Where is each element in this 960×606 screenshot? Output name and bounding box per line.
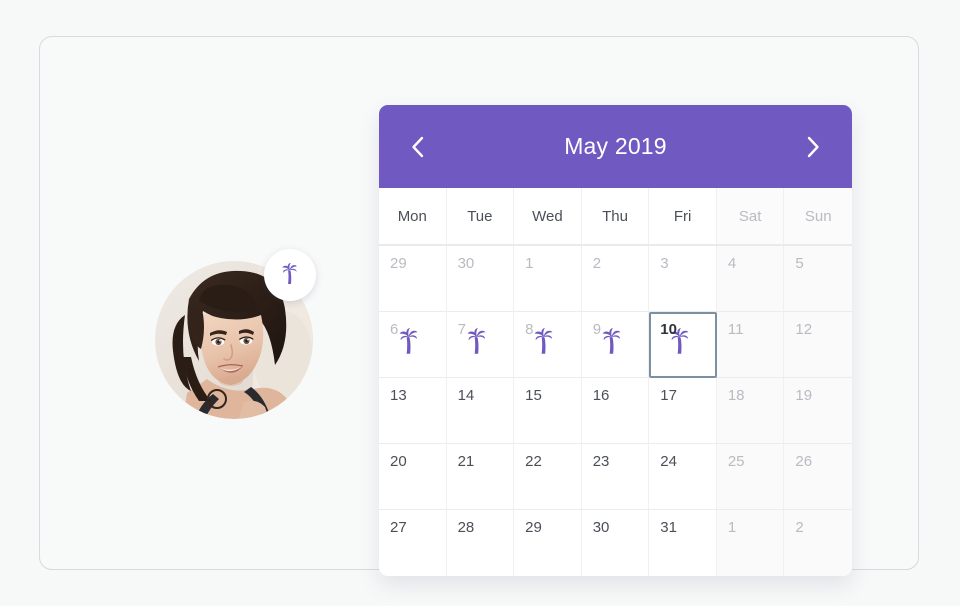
chevron-left-icon	[410, 136, 426, 158]
weekday-label-thu: Thu	[582, 188, 650, 244]
day-cell[interactable]: 21	[446, 444, 515, 510]
calendar-widget: May 2019 Mon Tue Wed Thu Fri Sat Sun 29 30 1 2 3 4 5…	[379, 105, 852, 576]
day-number: 7	[457, 321, 466, 338]
day-number: 11	[727, 321, 744, 338]
palm-tree-badge[interactable]	[264, 249, 316, 301]
day-cell[interactable]: 13	[379, 378, 447, 444]
day-cell[interactable]: 3	[649, 246, 717, 312]
day-cell[interactable]: 30	[581, 510, 650, 576]
day-number: 14	[457, 387, 475, 404]
day-number: 2	[592, 255, 602, 272]
day-cell-selected[interactable]: 10	[649, 312, 717, 378]
day-cell[interactable]: 24	[649, 444, 717, 510]
day-number: 31	[660, 519, 677, 536]
weekday-label-wed: Wed	[514, 188, 582, 244]
day-number: 29	[390, 255, 407, 272]
day-number: 4	[727, 255, 737, 272]
day-number: 26	[795, 453, 813, 470]
calendar-month-title: May 2019	[564, 133, 667, 159]
day-cell[interactable]: 16	[581, 378, 650, 444]
day-number: 24	[660, 453, 677, 470]
weekday-label-sat: Sat	[716, 188, 785, 244]
day-cell[interactable]: 29	[379, 246, 447, 312]
day-number: 1	[525, 255, 534, 272]
day-number: 30	[457, 255, 475, 272]
day-cell[interactable]: 14	[446, 378, 515, 444]
weekday-label-mon: Mon	[379, 188, 447, 244]
day-number: 20	[390, 453, 407, 470]
day-cell[interactable]: 18	[716, 378, 785, 444]
weekday-label-fri: Fri	[649, 188, 717, 244]
day-number: 12	[795, 321, 813, 338]
day-number: 8	[525, 321, 534, 338]
day-number: 16	[592, 387, 610, 404]
day-cell[interactable]: 6	[379, 312, 447, 378]
day-cell[interactable]: 1	[514, 246, 582, 312]
day-cell[interactable]: 31	[649, 510, 717, 576]
palm-tree-icon	[276, 261, 304, 289]
day-number: 27	[390, 519, 407, 536]
day-cell[interactable]: 7	[446, 312, 515, 378]
day-number: 28	[457, 519, 475, 536]
day-cell[interactable]: 28	[446, 510, 515, 576]
day-number: 23	[592, 453, 610, 470]
day-number: 25	[727, 453, 745, 470]
day-cell[interactable]: 15	[514, 378, 582, 444]
weekday-label-sun: Sun	[784, 188, 852, 244]
palm-tree-icon	[527, 325, 567, 365]
day-cell[interactable]: 25	[716, 444, 785, 510]
calendar-day-grid: 29 30 1 2 3 4 5 6 7 8 9 10 11 12 13 14 15 16 17 18 19 20 21 22 2…	[379, 246, 852, 576]
day-number: 2	[795, 519, 804, 536]
day-cell[interactable]: 27	[379, 510, 447, 576]
day-number: 30	[592, 519, 610, 536]
day-cell[interactable]: 29	[514, 510, 582, 576]
day-number: 15	[525, 387, 542, 404]
day-number: 1	[727, 519, 737, 536]
day-number: 19	[795, 387, 813, 404]
day-cell[interactable]: 22	[514, 444, 582, 510]
weekday-header-row: Mon Tue Wed Thu Fri Sat Sun	[379, 188, 852, 246]
prev-month-button[interactable]	[405, 134, 431, 160]
next-month-button[interactable]	[800, 134, 826, 160]
day-cell[interactable]: 5	[784, 246, 852, 312]
weekday-label-tue: Tue	[447, 188, 515, 244]
day-number: 3	[660, 255, 669, 272]
day-number: 6	[390, 321, 399, 338]
day-cell[interactable]: 26	[784, 444, 852, 510]
main-card-panel: May 2019 Mon Tue Wed Thu Fri Sat Sun 29 30 1 2 3 4 5…	[39, 36, 919, 576]
day-cell[interactable]: 9	[581, 312, 650, 378]
day-number: 10	[660, 321, 677, 338]
day-cell[interactable]: 8	[514, 312, 582, 378]
day-cell[interactable]: 1	[716, 510, 785, 576]
day-cell[interactable]: 23	[581, 444, 650, 510]
day-number: 17	[660, 387, 677, 404]
day-cell[interactable]: 11	[716, 312, 785, 378]
day-number: 18	[727, 387, 745, 404]
day-number: 9	[592, 321, 602, 338]
day-cell[interactable]: 19	[784, 378, 852, 444]
day-cell[interactable]: 17	[649, 378, 717, 444]
day-cell[interactable]: 20	[379, 444, 447, 510]
day-number: 29	[525, 519, 542, 536]
day-cell[interactable]: 2	[784, 510, 852, 576]
day-number: 22	[525, 453, 542, 470]
calendar-header: May 2019	[379, 105, 852, 188]
day-cell[interactable]: 12	[784, 312, 852, 378]
day-cell[interactable]: 4	[716, 246, 785, 312]
day-cell[interactable]: 2	[581, 246, 650, 312]
day-number: 21	[457, 453, 475, 470]
day-number: 13	[390, 387, 407, 404]
day-cell[interactable]: 30	[446, 246, 515, 312]
day-number: 5	[795, 255, 804, 272]
chevron-right-icon	[805, 136, 821, 158]
avatar[interactable]	[155, 249, 316, 419]
palm-tree-icon	[392, 325, 432, 365]
